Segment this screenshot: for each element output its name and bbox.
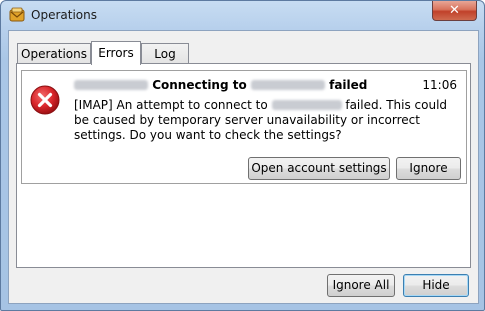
redacted-server-name — [250, 80, 325, 90]
redacted-server-address — [271, 100, 342, 110]
ignore-all-button[interactable]: Ignore All — [327, 274, 395, 297]
error-message-part1: [IMAP] An attempt to connect to — [74, 98, 268, 112]
error-title-connecting: Connecting to — [152, 78, 247, 92]
errors-panel: Connecting to failed 11:06 [IMAP] An att… — [16, 63, 471, 268]
tab-errors[interactable]: Errors — [91, 41, 141, 65]
close-icon: ✕ — [449, 3, 460, 18]
window-title: Operations — [31, 8, 97, 22]
tab-log[interactable]: Log — [141, 43, 189, 64]
error-message: [IMAP] An attempt to connect to failed. … — [74, 98, 454, 143]
open-account-settings-button[interactable]: Open account settings — [248, 157, 390, 180]
close-button[interactable]: ✕ — [432, 1, 477, 21]
dialog-client-area: Operations Errors Log Connecting to fail… — [8, 30, 479, 304]
error-title-failed: failed — [329, 78, 368, 92]
operations-window: Operations ✕ Operations Errors Log Conne… — [0, 0, 485, 311]
hide-button[interactable]: Hide — [403, 274, 469, 297]
mail-envelope-icon — [9, 7, 25, 22]
error-entry: Connecting to failed 11:06 [IMAP] An att… — [21, 70, 467, 184]
redacted-account-name — [74, 80, 148, 90]
error-timestamp: 11:06 — [422, 78, 457, 92]
error-title: Connecting to failed — [74, 78, 367, 92]
ignore-button[interactable]: Ignore — [396, 157, 461, 180]
error-x-icon — [30, 85, 60, 115]
tab-operations[interactable]: Operations — [17, 43, 91, 64]
title-bar[interactable]: Operations ✕ — [1, 1, 484, 31]
